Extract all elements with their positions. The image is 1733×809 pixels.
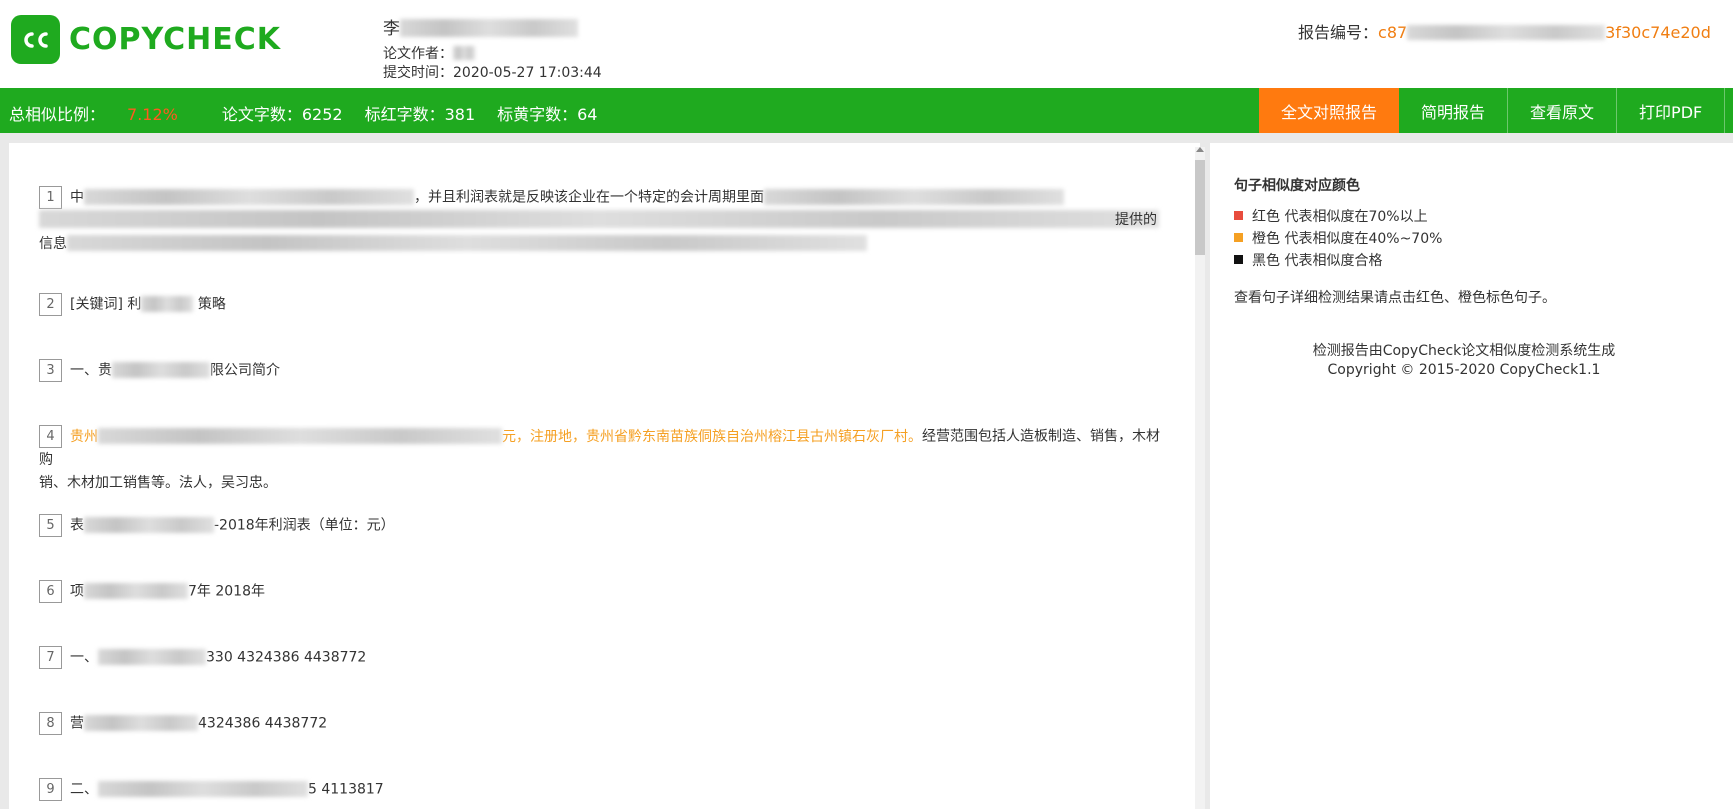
copycheck-logo[interactable]: COPYCHECK	[11, 15, 281, 64]
black-square-icon	[1234, 255, 1243, 264]
similarity-ratio: 总相似比例： 7.12%	[9, 105, 178, 124]
document-scrollbar[interactable]	[1195, 147, 1205, 809]
orange-square-icon	[1234, 233, 1243, 242]
orange-sentence[interactable]: 贵州 元，注册地，贵州省黔东南苗族侗族自治州榕江县古州镇石灰厂村。	[70, 427, 922, 445]
copyright: Copyright © 2015-2020 CopyCheck1.1	[1327, 362, 1601, 378]
paragraph-number: 1	[39, 186, 62, 209]
report-id: 报告编号：c87 3f30c74e20d	[1298, 23, 1711, 42]
submit-time-line: 提交时间：2020-05-27 17:03:44	[383, 65, 602, 81]
legend-black: 黑色 代表相似度合格	[1234, 250, 1382, 270]
paragraph-7[interactable]: 7 一、 330 4324386 4438772	[39, 646, 1169, 670]
document-panel: 1 中，并且利润表就是反映该企业在一个特定的会计周期里面 信息 提供的 2 [关键词]…	[9, 143, 1200, 809]
red-square-icon	[1234, 211, 1243, 220]
legend-orange: 橙色 代表相似度在40%~70%	[1234, 228, 1442, 248]
paragraph-number: 5	[39, 514, 62, 537]
tab-more[interactable]: 使	[1725, 88, 1733, 133]
report-tabs: 全文对照报告 简明报告 查看原文 打印PDF 使	[1259, 88, 1733, 133]
paragraph-number: 7	[39, 646, 62, 669]
author-line: 论文作者：	[383, 43, 475, 63]
tab-full-comparison[interactable]: 全文对照报告	[1259, 88, 1400, 133]
paragraph-number: 3	[39, 359, 62, 382]
paragraph-3[interactable]: 3 一、贵 限公司简介	[39, 359, 1169, 383]
report-header: COPYCHECK 李 论文作者： 提交时间：2020-05-27 17:03:…	[0, 0, 1733, 88]
legend-red: 红色 代表相似度在70%以上	[1234, 206, 1428, 226]
stats-bar: 总相似比例： 7.12% 论文字数：6252 标红字数：381 标黄字数：64 全文对照…	[0, 88, 1733, 133]
paragraph-number: 6	[39, 580, 62, 603]
stats-summary: 总相似比例： 7.12% 论文字数：6252 标红字数：381 标黄字数：64	[9, 101, 620, 125]
paragraph-6[interactable]: 6 项 7年 2018年	[39, 580, 1169, 604]
tab-print-pdf[interactable]: 打印PDF	[1617, 88, 1726, 133]
logo-text: COPYCHECK	[69, 22, 282, 57]
word-count: 论文字数：6252	[221, 105, 343, 124]
tab-brief-report[interactable]: 简明报告	[1399, 88, 1509, 133]
yellow-count: 标黄字数：64	[497, 105, 598, 124]
paragraph-number: 2	[39, 293, 62, 316]
paragraph-5[interactable]: 5 表 -2018年利润表（单位：元）	[39, 514, 1169, 538]
red-count: 标红字数：381	[364, 105, 476, 124]
legend-panel: 句子相似度对应颜色 红色 代表相似度在70%以上 橙色 代表相似度在40%~70…	[1210, 143, 1733, 809]
paragraph-number: 8	[39, 712, 62, 735]
paragraph-8[interactable]: 8 营 4324386 4438772	[39, 712, 1169, 736]
paragraph-number: 9	[39, 778, 62, 801]
paragraph-4[interactable]: 4 贵州 元，注册地，贵州省黔东南苗族侗族自治州榕江县古州镇石灰厂村。经营范围包括人…	[39, 425, 1169, 495]
legend-title: 句子相似度对应颜色	[1234, 178, 1360, 194]
paper-title: 李	[383, 14, 578, 39]
paragraph-2[interactable]: 2 [关键词] 利 策略	[39, 293, 1169, 317]
legend-hint: 查看句子详细检测结果请点击红色、橙色标色句子。	[1234, 290, 1556, 306]
submit-time: 2020-05-27 17:03:44	[453, 65, 602, 81]
generator-note: 检测报告由CopyCheck论文相似度检测系统生成	[1312, 343, 1616, 359]
scroll-thumb[interactable]	[1195, 160, 1205, 255]
paragraph-1[interactable]: 1 中，并且利润表就是反映该企业在一个特定的会计周期里面 信息 提供的	[39, 186, 1169, 256]
paragraph-number: 4	[39, 425, 62, 448]
scroll-up-arrow-icon[interactable]	[1196, 147, 1204, 152]
paragraph-9[interactable]: 9 二、 5 4113817	[39, 778, 1169, 802]
tab-view-original[interactable]: 查看原文	[1508, 88, 1618, 133]
logo-cc-icon	[11, 15, 60, 64]
